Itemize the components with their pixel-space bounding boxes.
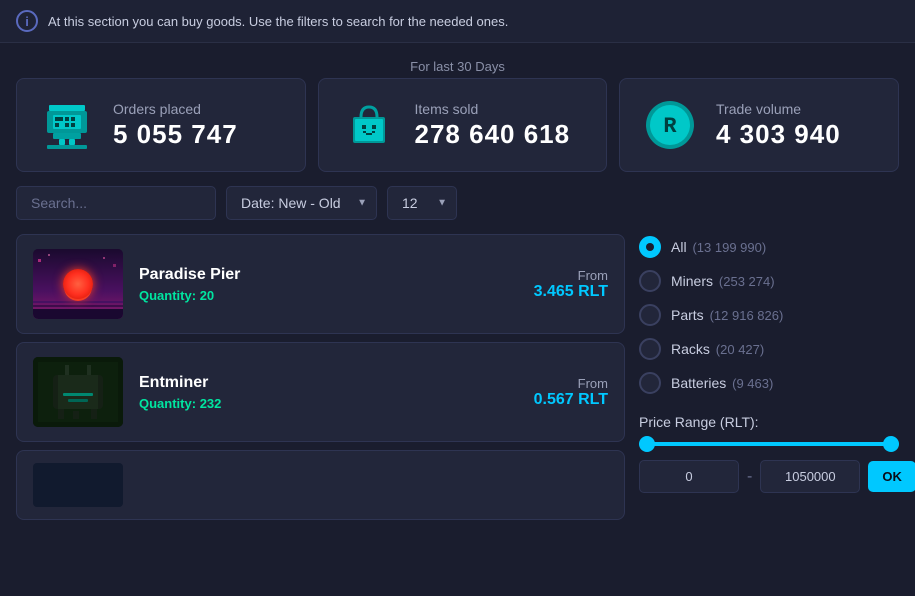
price-range-section: Price Range (RLT): - OK — [639, 414, 899, 493]
items-label: Items sold — [415, 101, 571, 117]
item-thumbnail-paradise — [33, 249, 123, 319]
right-panel: All (13 199 990) Miners (253 274) — [639, 234, 899, 520]
stat-card-items: Items sold 278 640 618 — [318, 78, 608, 172]
item-name-paradise: Paradise Pier — [139, 266, 518, 284]
radio-racks — [639, 338, 661, 360]
filter-label-batteries: Batteries (9 463) — [671, 375, 773, 391]
filter-label-racks: Racks (20 427) — [671, 341, 764, 357]
sort-select[interactable]: Date: New - Old Date: Old - New Price: L… — [226, 186, 377, 220]
range-track — [639, 442, 899, 446]
stats-header: For last 30 Days — [16, 59, 899, 74]
filter-option-batteries[interactable]: Batteries (9 463) — [639, 370, 899, 396]
info-banner: i At this section you can buy goods. Use… — [0, 0, 915, 43]
stats-row: Orders placed 5 055 747 — [16, 78, 899, 172]
item-thumbnail-entminer — [33, 357, 123, 427]
item-quantity-entminer: Quantity: 232 — [139, 396, 518, 411]
category-filter-group: All (13 199 990) Miners (253 274) — [639, 234, 899, 396]
trade-label: Trade volume — [716, 101, 841, 117]
orders-label: Orders placed — [113, 101, 238, 117]
range-fill — [639, 442, 899, 446]
info-text: At this section you can buy goods. Use t… — [48, 14, 508, 29]
trade-value: 4 303 940 — [716, 119, 841, 150]
radio-batteries — [639, 372, 661, 394]
svg-text:R: R — [663, 114, 677, 139]
stat-text-orders: Orders placed 5 055 747 — [113, 101, 238, 150]
main-content: For last 30 Days — [0, 43, 915, 536]
item-info-paradise: Paradise Pier Quantity: 20 — [139, 266, 518, 303]
stat-card-orders: Orders placed 5 055 747 — [16, 78, 306, 172]
stats-section: For last 30 Days — [16, 59, 899, 172]
filter-option-racks[interactable]: Racks (20 427) — [639, 336, 899, 362]
stat-text-items: Items sold 278 640 618 — [415, 101, 571, 150]
items-list: Paradise Pier Quantity: 20 From 3.465 RL… — [16, 234, 625, 520]
items-area: Paradise Pier Quantity: 20 From 3.465 RL… — [16, 234, 899, 520]
filter-option-miners[interactable]: Miners (253 274) — [639, 268, 899, 294]
search-input[interactable] — [16, 186, 216, 220]
orders-value: 5 055 747 — [113, 119, 238, 150]
price-max-input[interactable] — [760, 460, 860, 493]
range-slider[interactable] — [639, 442, 899, 446]
item-quantity-paradise: Quantity: 20 — [139, 288, 518, 303]
filter-option-all[interactable]: All (13 199 990) — [639, 234, 899, 260]
item-price-paradise: From 3.465 RLT — [534, 268, 608, 301]
radio-miners — [639, 270, 661, 292]
item-name-entminer: Entminer — [139, 374, 518, 392]
filter-option-parts[interactable]: Parts (12 916 826) — [639, 302, 899, 328]
price-inputs: - OK — [639, 460, 899, 493]
price-min-input[interactable] — [639, 460, 739, 493]
item-thumbnail-third — [33, 463, 123, 507]
items-value: 278 640 618 — [415, 119, 571, 150]
list-item[interactable] — [16, 450, 625, 520]
filter-label-parts: Parts (12 916 826) — [671, 307, 783, 323]
list-item[interactable]: Paradise Pier Quantity: 20 From 3.465 RL… — [16, 234, 625, 334]
stat-card-trade: R Trade volume 4 303 940 — [619, 78, 899, 172]
sort-select-wrapper: Date: New - Old Date: Old - New Price: L… — [226, 186, 377, 220]
orders-icon — [37, 95, 97, 155]
stat-text-trade: Trade volume 4 303 940 — [716, 101, 841, 150]
price-range-title: Price Range (RLT): — [639, 414, 899, 430]
perpage-select[interactable]: 12 24 48 — [387, 186, 457, 220]
items-icon — [339, 95, 399, 155]
item-price-entminer: From 0.567 RLT — [534, 376, 608, 409]
item-info-entminer: Entminer Quantity: 232 — [139, 374, 518, 411]
range-handle-min[interactable] — [639, 436, 655, 452]
filters-row: Date: New - Old Date: Old - New Price: L… — [16, 186, 899, 220]
perpage-select-wrapper: 12 24 48 — [387, 186, 457, 220]
info-icon: i — [16, 10, 38, 32]
radio-parts — [639, 304, 661, 326]
radio-all — [639, 236, 661, 258]
filter-label-miners: Miners (253 274) — [671, 273, 775, 289]
filter-label-all: All (13 199 990) — [671, 239, 766, 255]
price-separator: - — [747, 468, 752, 486]
list-item[interactable]: Entminer Quantity: 232 From 0.567 RLT — [16, 342, 625, 442]
price-ok-button[interactable]: OK — [868, 461, 915, 492]
range-handle-max[interactable] — [883, 436, 899, 452]
trade-icon: R — [640, 95, 700, 155]
